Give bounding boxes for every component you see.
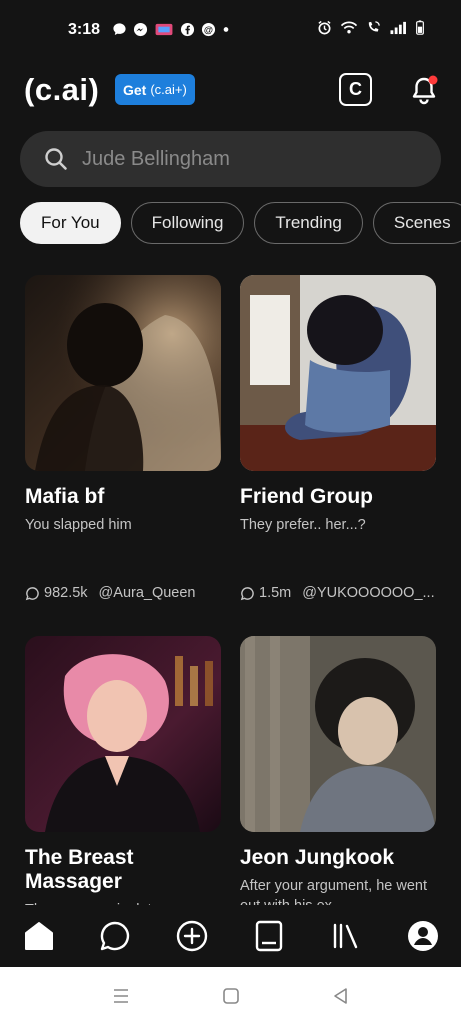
character-card[interactable]: Friend Group They prefer.. her...? 1.5m … (240, 275, 436, 601)
character-image (25, 636, 221, 832)
character-image-art (240, 275, 436, 471)
wifi-call-icon (368, 21, 380, 32)
app-logo: (c.ai) (24, 72, 100, 107)
library-icon[interactable] (329, 919, 363, 953)
svg-text:@: @ (204, 25, 213, 35)
battery-icon (416, 20, 424, 35)
c-button-label: C (349, 79, 362, 99)
home-icon[interactable] (22, 919, 56, 953)
character-name: Friend Group (240, 485, 373, 508)
character-card[interactable]: The Breast Massager They can manipulate … (25, 636, 221, 920)
character-description: You slapped him (25, 517, 132, 533)
search-input[interactable] (82, 131, 422, 187)
creator-handle[interactable]: @Aura_Queen (99, 585, 196, 601)
status-left-icons: @ (112, 22, 230, 37)
feed-icon[interactable] (252, 919, 286, 953)
signal-icon (390, 21, 406, 35)
chat-bubble-icon (113, 23, 126, 36)
chat-icon[interactable] (98, 919, 132, 953)
character-image-art (25, 275, 221, 471)
app-icon (155, 23, 173, 36)
tab-label: For You (41, 213, 100, 232)
c-button[interactable]: C (339, 73, 372, 106)
bottom-nav (0, 905, 461, 967)
chat-count-icon (240, 586, 254, 600)
tab-trending[interactable]: Trending (254, 202, 363, 244)
character-image (240, 275, 436, 471)
status-right-icons (317, 20, 425, 35)
get-sub-label: (c.ai+) (150, 82, 187, 97)
card-meta: 982.5k @Aura_Queen (25, 585, 221, 601)
alarm-icon (318, 20, 331, 35)
search-icon (45, 148, 67, 170)
chat-count: 1.5m (259, 585, 292, 601)
tab-following[interactable]: Following (130, 202, 245, 244)
tab-label: Following (151, 213, 224, 232)
tab-scenes[interactable]: Scenes (372, 202, 461, 244)
get-cai-plus-button[interactable]: Get (c.ai+) (115, 74, 195, 105)
recent-apps-icon[interactable] (111, 987, 131, 1005)
creator-handle[interactable]: @YUKOOOOOO_... (302, 585, 434, 601)
facebook-icon (180, 22, 195, 37)
character-name: Mafia bf (25, 485, 105, 508)
card-meta: 1.5m @YUKOOOOOO_... (240, 585, 436, 601)
character-card[interactable]: Mafia bf You slapped him 982.5k @Aura_Qu… (25, 275, 221, 601)
character-card[interactable]: Jeon Jungkook After your argument, he we… (240, 636, 436, 916)
chat-count: 982.5k (44, 585, 88, 601)
character-image (25, 275, 221, 471)
character-name: The Breast Massager (25, 846, 134, 893)
character-image (240, 636, 436, 832)
status-bar: 3:18 @ (0, 0, 461, 60)
threads-icon: @ (201, 22, 216, 37)
search-bar[interactable] (20, 131, 441, 187)
wifi-icon (340, 21, 358, 34)
system-navigation-bar (0, 967, 461, 1024)
back-icon[interactable] (331, 987, 351, 1005)
messenger-icon (133, 22, 148, 37)
status-time: 3:18 (68, 21, 101, 38)
dot-icon (223, 27, 229, 32)
tab-label: Scenes (393, 213, 451, 232)
profile-icon[interactable] (406, 919, 440, 953)
get-label: Get (123, 81, 147, 98)
chat-count-icon (25, 586, 39, 600)
create-icon[interactable] (175, 919, 209, 953)
character-image-art (25, 636, 221, 832)
notification-dot (428, 75, 438, 85)
tab-for-you[interactable]: For You (20, 202, 121, 244)
character-description: They prefer.. her...? (240, 517, 366, 533)
tab-label: Trending (275, 213, 342, 232)
character-image-art (240, 636, 436, 832)
notification-bell-icon[interactable] (408, 74, 440, 106)
app-header: (c.ai) Get (c.ai+) C (0, 62, 461, 122)
category-tabs: For You Following Trending Scenes (20, 202, 461, 244)
home-button-icon[interactable] (221, 987, 241, 1005)
character-name: Jeon Jungkook (240, 846, 395, 869)
